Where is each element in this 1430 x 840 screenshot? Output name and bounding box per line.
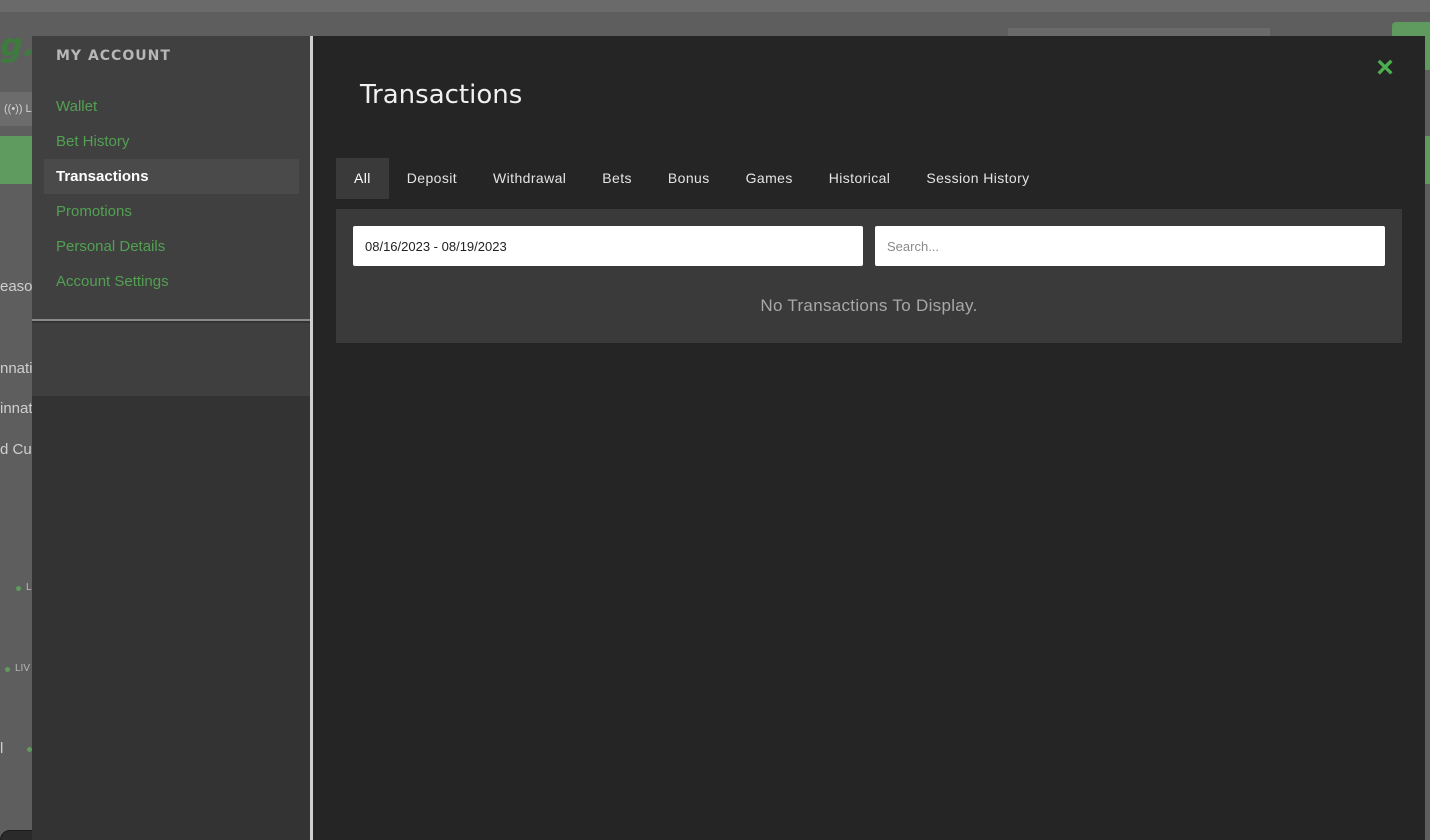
sidebar-item-transactions[interactable]: Transactions: [44, 159, 299, 194]
empty-state-message: No Transactions To Display.: [760, 296, 978, 315]
tab-bonus[interactable]: Bonus: [650, 158, 728, 199]
account-sidebar-menu: MY ACCOUNT Wallet Bet History Transactio…: [32, 36, 310, 321]
background-logo: g.: [0, 26, 36, 64]
sidebar-item-account-settings[interactable]: Account Settings: [44, 264, 299, 299]
background-live-nav: ((•)) L: [0, 92, 32, 126]
screen: g. ((•)) L easor nnati innat d Cu l L LI…: [0, 0, 1430, 840]
background-side-text: nnati: [0, 360, 33, 377]
transaction-tabs: All Deposit Withdrawal Bets Bonus Games …: [336, 158, 1048, 199]
close-icon[interactable]: ×: [1371, 53, 1399, 83]
transactions-panel: × Transactions All Deposit Withdrawal Be…: [313, 36, 1425, 840]
account-menu: Wallet Bet History Transactions Promotio…: [44, 89, 299, 299]
live-dot-icon: [16, 586, 21, 591]
tab-bets[interactable]: Bets: [584, 158, 650, 199]
live-dot-icon: [5, 667, 10, 672]
account-sidebar: MY ACCOUNT Wallet Bet History Transactio…: [32, 36, 310, 840]
account-modal: MY ACCOUNT Wallet Bet History Transactio…: [32, 36, 1425, 840]
background-side-text: d Cu: [0, 441, 32, 458]
search-input[interactable]: [875, 226, 1385, 266]
tab-deposit[interactable]: Deposit: [389, 158, 475, 199]
background-green-banner: [0, 136, 32, 184]
background-live-label: LIV: [15, 663, 31, 674]
tab-all[interactable]: All: [336, 158, 389, 199]
tab-games[interactable]: Games: [728, 158, 811, 199]
tab-withdrawal[interactable]: Withdrawal: [475, 158, 584, 199]
page-title: Transactions: [360, 80, 523, 110]
tab-session-history[interactable]: Session History: [908, 158, 1047, 199]
background-live-label: L: [26, 582, 32, 593]
account-sidebar-strip: [32, 323, 310, 396]
background-side-text: l: [0, 740, 4, 757]
account-sidebar-heading: MY ACCOUNT: [56, 48, 171, 64]
background-side-text: innat: [0, 400, 33, 417]
sidebar-item-personal-details[interactable]: Personal Details: [44, 229, 299, 264]
sidebar-item-bet-history[interactable]: Bet History: [44, 124, 299, 159]
tab-historical[interactable]: Historical: [811, 158, 909, 199]
sidebar-item-promotions[interactable]: Promotions: [44, 194, 299, 229]
sidebar-item-wallet[interactable]: Wallet: [44, 89, 299, 124]
background-top-bar: [0, 0, 1430, 12]
transactions-content: No Transactions To Display.: [336, 209, 1402, 343]
date-range-input[interactable]: [353, 226, 863, 266]
